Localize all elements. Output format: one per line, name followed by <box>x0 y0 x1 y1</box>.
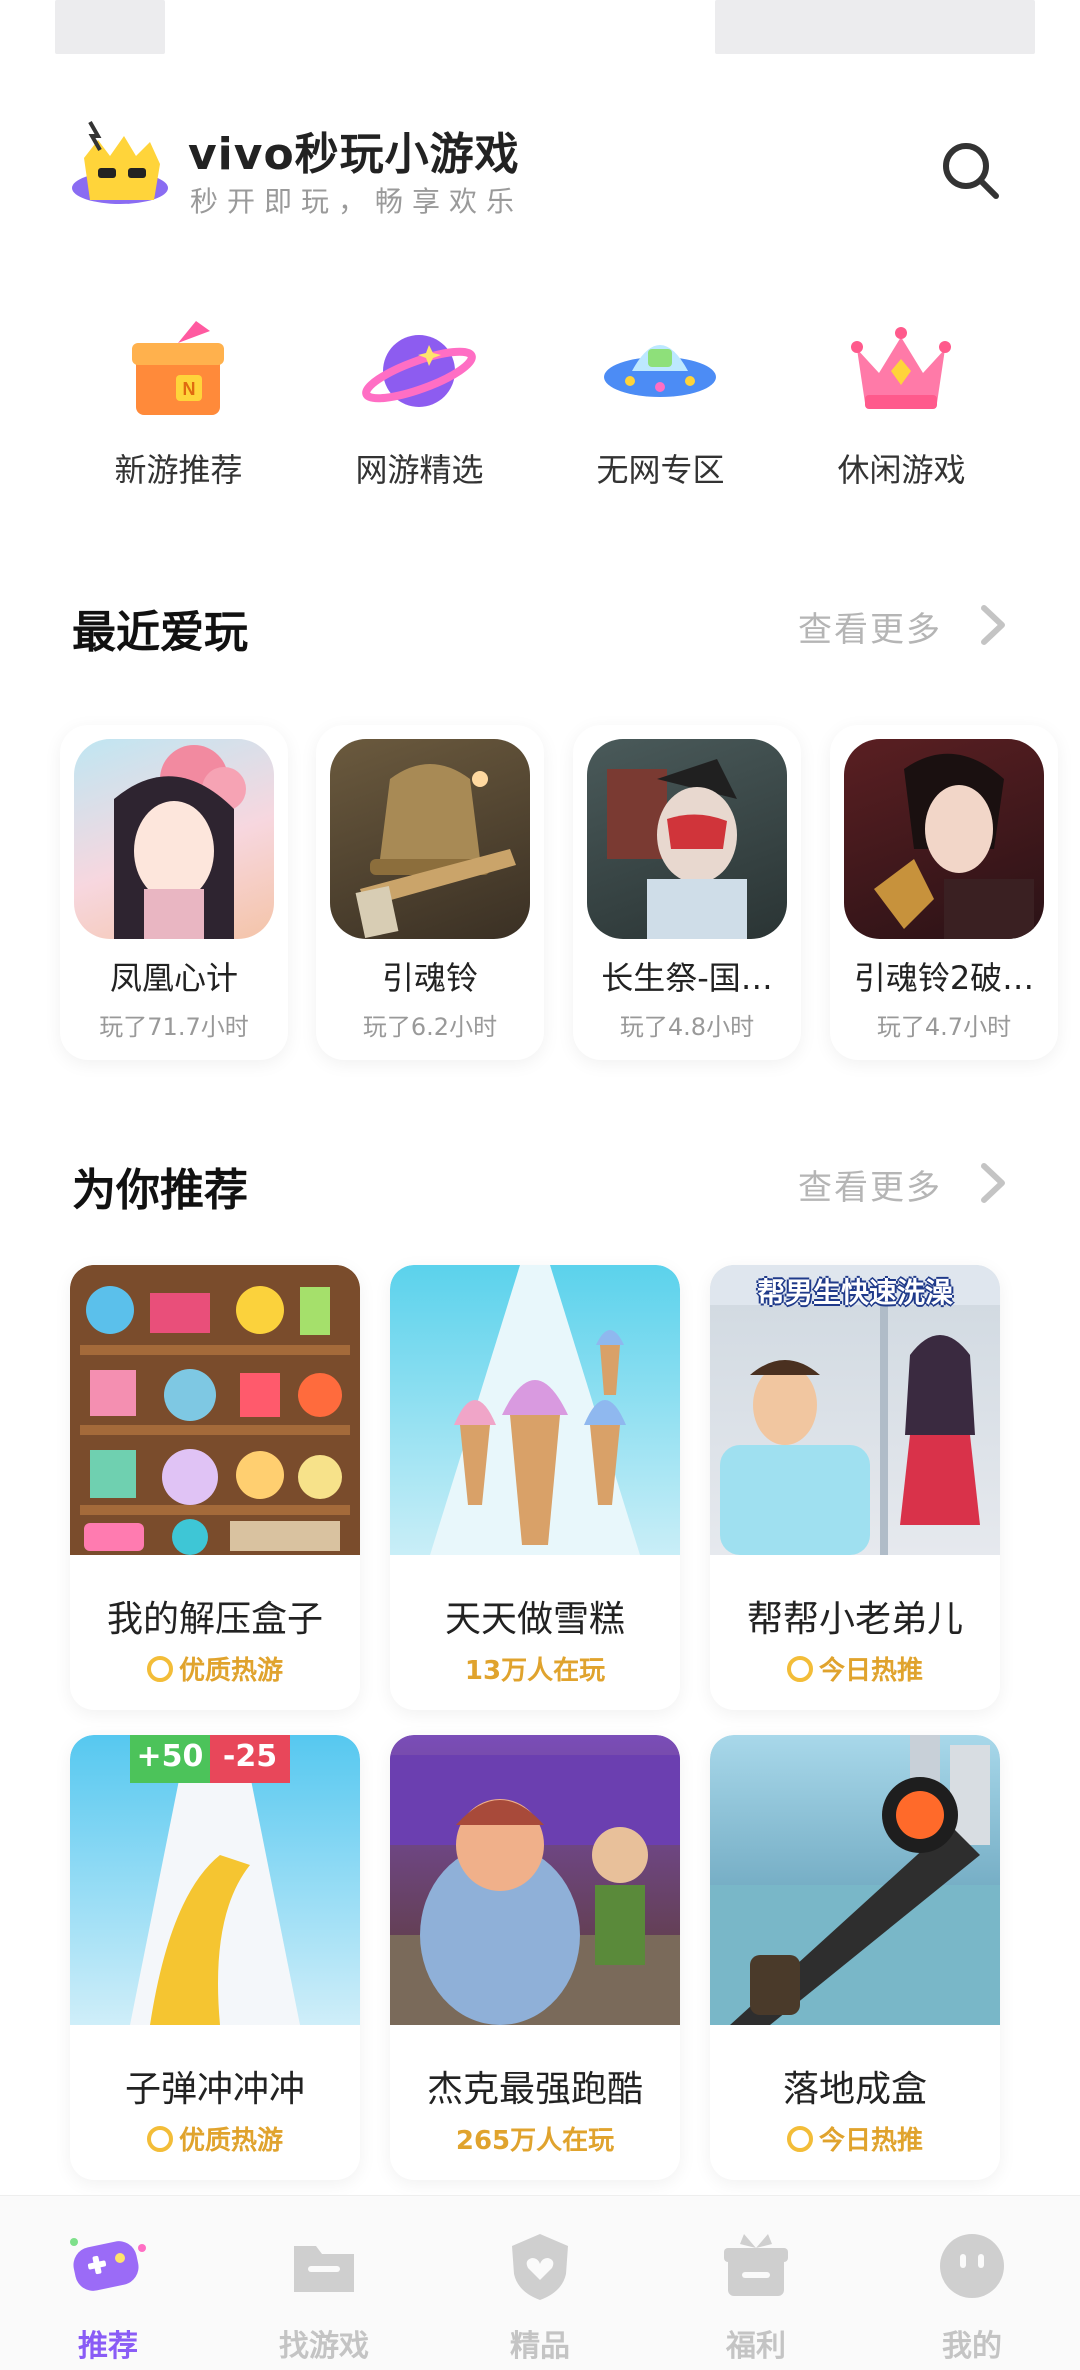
folder-icon <box>294 2246 354 2292</box>
play-time: 玩了71.7小时 <box>99 1013 249 1041</box>
nav-label: 推荐 <box>78 2329 138 2364</box>
section-title: 最近爱玩 <box>72 607 248 658</box>
coin-icon <box>786 1656 813 1682</box>
recommended-game-card[interactable]: 帮男生快速洗澡 帮帮小老弟儿 今日热推 <box>710 1265 1000 1710</box>
recommended-game-card[interactable]: 落地成盒 今日热推 <box>710 1735 1000 2180</box>
app-logo <box>72 121 168 204</box>
status-bar-right-block <box>715 0 1035 54</box>
planet-icon <box>362 335 476 407</box>
section-title: 为你推荐 <box>72 1165 248 1216</box>
game-tag: 今日热推 <box>710 2120 1000 2157</box>
recent-games-row: 凤凰心计 玩了71.7小时 引魂铃 玩了6.2小时 长生祭-国… 玩了4.8小时… <box>60 725 1080 1065</box>
game-thumbnail <box>844 739 1044 939</box>
recent-game-card[interactable]: 长生祭-国… 玩了4.8小时 <box>573 725 801 1060</box>
category-label: 新游推荐 <box>114 451 243 489</box>
game-tag: 265万人在玩 <box>455 2126 615 2156</box>
category-offline-games[interactable]: 无网专区 <box>540 315 781 495</box>
gift-icon <box>724 2234 788 2296</box>
category-label: 网游精选 <box>355 451 484 489</box>
coin-icon <box>786 2126 813 2152</box>
game-thumbnail <box>390 1265 680 1555</box>
game-banner-minus: -25 <box>222 1739 278 1774</box>
nav-tab-welfare[interactable]: 福利 <box>648 2196 864 2370</box>
nav-tab-mine[interactable]: 我的 <box>864 2196 1080 2370</box>
chevron-right-icon[interactable] <box>972 1158 1012 1208</box>
game-thumbnail: +50 -25 <box>70 1735 360 2025</box>
svg-text:N: N <box>183 379 196 399</box>
game-name: 我的解压盒子 <box>106 1599 323 1640</box>
game-thumbnail: 帮男生快速洗澡 <box>710 1265 1000 1555</box>
game-name: 落地成盒 <box>782 2069 927 2110</box>
nav-tab-featured[interactable]: 精品 <box>432 2196 648 2370</box>
game-name: 帮帮小老弟儿 <box>746 1599 963 1640</box>
category-label: 休闲游戏 <box>837 451 966 489</box>
game-tag-text: 今日热推 <box>818 1656 923 1686</box>
recent-section-header: 最近爱玩 查看更多 <box>72 590 1012 660</box>
nav-label: 我的 <box>942 2329 1002 2364</box>
game-thumbnail <box>74 739 274 939</box>
game-name: 长生祭-国… <box>601 959 773 997</box>
search-icon[interactable] <box>938 138 1002 202</box>
recent-game-card[interactable]: 凤凰心计 玩了71.7小时 <box>60 725 288 1060</box>
game-name: 杰克最强跑酷 <box>426 2069 643 2110</box>
game-thumbnail <box>710 1735 1000 2025</box>
game-banner-text: 帮男生快速洗澡 <box>756 1276 953 1309</box>
game-banner-plus: +50 <box>136 1739 204 1774</box>
recommended-game-card[interactable]: 杰克最强跑酷 265万人在玩 <box>390 1735 680 2180</box>
nav-tab-find-games[interactable]: 找游戏 <box>216 2196 432 2370</box>
chevron-right-icon[interactable] <box>972 600 1012 650</box>
recommended-game-card[interactable]: 天天做雪糕 13万人在玩 <box>390 1265 680 1710</box>
app-header: vivo秒玩小游戏 秒开即玩，畅享欢乐 <box>70 110 1010 230</box>
recommended-game-card[interactable]: +50 -25 子弹冲冲冲 优质热游 <box>70 1735 360 2180</box>
brand-title: vivo秒玩小游戏 <box>188 129 520 180</box>
gamepad-icon <box>70 2238 146 2291</box>
game-name: 引魂铃 <box>381 959 478 997</box>
game-tag-text: 优质热游 <box>178 2126 283 2156</box>
nav-label: 福利 <box>726 2329 786 2364</box>
game-name: 凤凰心计 <box>109 959 238 997</box>
status-bar <box>0 0 1080 56</box>
game-thumbnail <box>587 739 787 939</box>
game-thumbnail <box>330 739 530 939</box>
game-name: 引魂铃2破… <box>853 959 1035 997</box>
game-thumbnail <box>70 1265 360 1555</box>
game-tag-text: 优质热游 <box>178 1656 283 1686</box>
coin-icon <box>146 2126 173 2152</box>
see-more-link[interactable]: 查看更多 <box>798 602 942 651</box>
category-label: 无网专区 <box>596 451 725 489</box>
game-tag: 13万人在玩 <box>464 1656 606 1686</box>
recommend-section-header: 为你推荐 查看更多 <box>72 1148 1012 1218</box>
nav-label: 找游戏 <box>279 2329 369 2364</box>
status-bar-left-block <box>55 0 165 54</box>
coin-icon <box>146 1656 173 1682</box>
nav-tab-recommend[interactable]: 推荐 <box>0 2196 216 2370</box>
shield-heart-icon <box>512 2234 568 2300</box>
category-online-games[interactable]: 网游精选 <box>299 315 540 495</box>
crown-icon <box>851 327 951 409</box>
recommended-game-card[interactable]: 我的解压盒子 优质热游 <box>70 1265 360 1710</box>
game-tag: 优质热游 <box>70 2120 360 2157</box>
game-tag-text: 今日热推 <box>818 2126 923 2156</box>
category-row: N 新游推荐 网游精选 无网专区 休闲游戏 <box>58 315 1022 495</box>
game-tag: 今日热推 <box>710 1650 1000 1687</box>
recent-game-card[interactable]: 引魂铃 玩了6.2小时 <box>316 725 544 1060</box>
ufo-icon <box>604 345 716 397</box>
game-tag: 优质热游 <box>70 1650 360 1687</box>
gift-box-icon: N <box>132 321 224 415</box>
play-time: 玩了6.2小时 <box>362 1013 498 1041</box>
play-time: 玩了4.7小时 <box>876 1013 1012 1041</box>
category-casual-games[interactable]: 休闲游戏 <box>781 315 1022 495</box>
game-name: 天天做雪糕 <box>444 1599 625 1640</box>
recent-game-card[interactable]: 引魂铃2破… 玩了4.7小时 <box>830 725 1058 1060</box>
category-new-games[interactable]: N 新游推荐 <box>58 315 299 495</box>
brand-subtitle: 秒开即玩，畅享欢乐 <box>190 185 524 218</box>
play-time: 玩了4.8小时 <box>619 1013 755 1041</box>
bottom-nav: 推荐 找游戏 精品 福利 我的 <box>0 2195 1080 2370</box>
nav-label: 精品 <box>510 2329 570 2364</box>
game-name: 子弹冲冲冲 <box>124 2069 305 2110</box>
see-more-link[interactable]: 查看更多 <box>798 1160 942 1209</box>
game-thumbnail <box>390 1735 680 2025</box>
smile-icon <box>940 2234 1004 2298</box>
